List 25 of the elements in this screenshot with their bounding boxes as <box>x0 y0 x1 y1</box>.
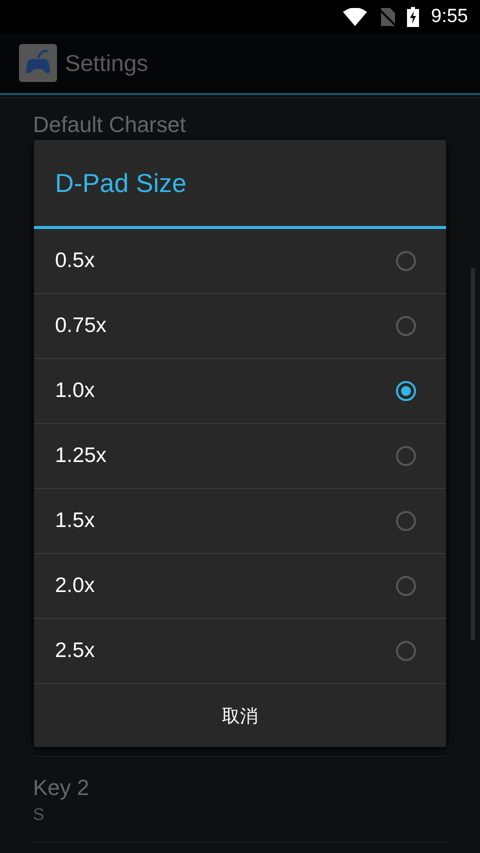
size-option[interactable]: 1.5x <box>34 489 446 554</box>
wifi-icon <box>343 8 368 26</box>
radio-button[interactable] <box>396 641 416 661</box>
battery-charging-icon <box>407 6 420 26</box>
no-sim-icon <box>379 8 396 26</box>
dialog-title: D-Pad Size <box>34 140 446 229</box>
radio-button[interactable] <box>396 446 416 466</box>
radio-button[interactable] <box>396 316 416 336</box>
app-title: Settings <box>65 50 148 76</box>
size-option[interactable]: 1.25x <box>34 424 446 489</box>
size-option[interactable]: 2.0x <box>34 554 446 619</box>
size-option[interactable]: 0.75x <box>34 294 446 359</box>
radio-button[interactable] <box>396 576 416 596</box>
setting-value: S <box>33 804 46 824</box>
size-option[interactable]: 2.5x <box>34 619 446 684</box>
size-option[interactable]: 0.5x <box>34 229 446 294</box>
status-time: 9:55 <box>431 6 468 28</box>
radio-button[interactable] <box>396 381 416 401</box>
size-option[interactable]: 1.0x <box>34 359 446 424</box>
setting-title: Default Charset <box>33 112 187 138</box>
radio-button[interactable] <box>396 251 416 271</box>
gamepad-icon <box>19 44 57 82</box>
setting-title: Key 2 <box>33 774 90 800</box>
cancel-button[interactable]: 取消 <box>34 684 446 747</box>
radio-button[interactable] <box>396 511 416 531</box>
